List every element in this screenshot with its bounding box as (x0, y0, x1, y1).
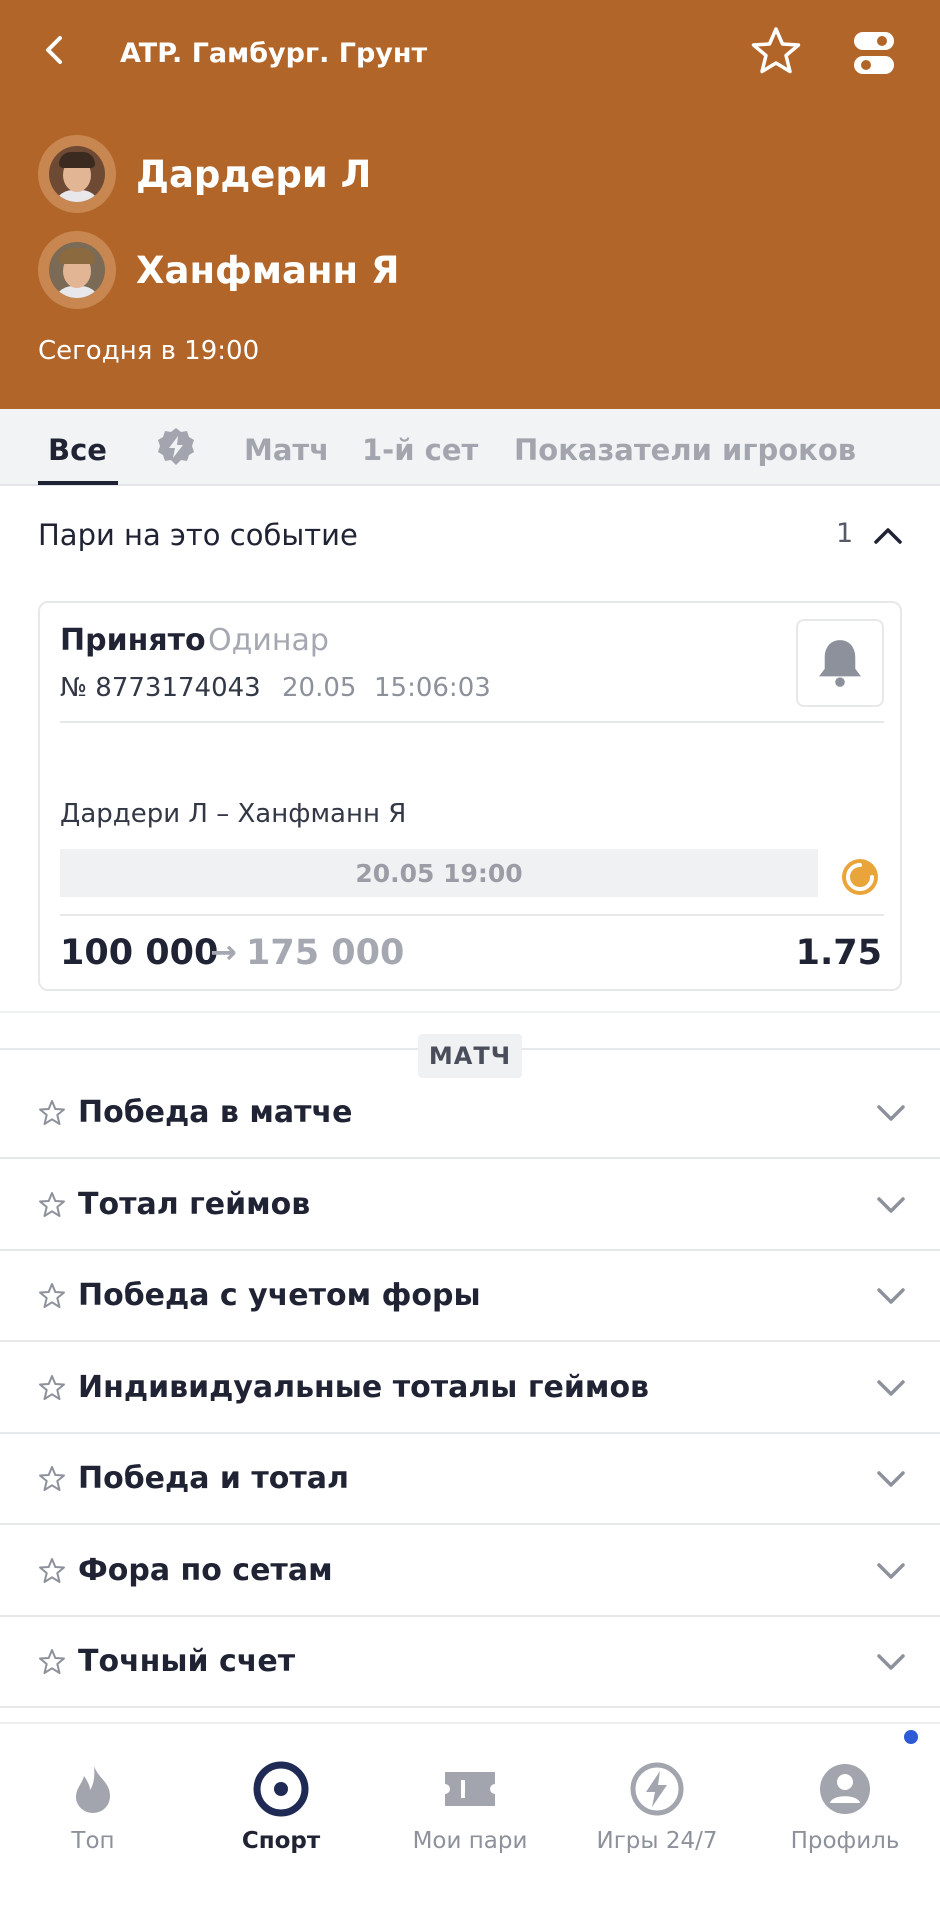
card-divider (60, 721, 884, 723)
lightning-icon (630, 1762, 684, 1816)
market-label: Индивидуальные тоталы геймов (78, 1370, 650, 1405)
market-label: Тотал геймов (78, 1187, 311, 1222)
bet-status: Принято (60, 623, 206, 658)
bet-stake: 100 000 (60, 933, 219, 973)
nav-top[interactable]: Топ (18, 1760, 168, 1854)
star-outline-icon[interactable] (38, 1191, 66, 1219)
bet-payout: 175 000 (246, 933, 405, 973)
player-1-name: Дардери Л (136, 152, 372, 196)
flame-icon (76, 1766, 110, 1813)
bet-scheduled-time: 20.05 19:00 (355, 859, 523, 888)
user-icon (820, 1764, 870, 1814)
chevron-down-icon[interactable] (874, 1101, 908, 1125)
market-label: Фора по сетам (78, 1553, 333, 1588)
boost-badge-icon[interactable] (156, 427, 196, 467)
bell-icon (819, 640, 861, 687)
chevron-down-icon[interactable] (874, 1650, 908, 1674)
bet-date: 20.05 (282, 673, 357, 703)
market-label: Победа и тотал (78, 1461, 349, 1496)
player-2-name: Ханфманн Я (136, 248, 400, 292)
market-label: Победа в матче (78, 1095, 353, 1130)
event-header: ATP. Гамбург. Грунт Дардери Л Ханфманн Я… (0, 0, 940, 409)
nav-profile-label: Профиль (790, 1828, 900, 1854)
player-2-avatar (38, 231, 116, 309)
bet-schedule-bar: 20.05 19:00 (60, 849, 818, 897)
notify-button[interactable] (796, 619, 884, 707)
bottom-navigation: Топ Спорт Мои пари Игры 24/7 Профиль (0, 1722, 940, 1920)
star-outline-icon[interactable] (38, 1648, 66, 1676)
tab-all[interactable]: Все (48, 433, 107, 467)
star-outline-icon[interactable] (38, 1374, 66, 1402)
star-outline-icon[interactable] (38, 1099, 66, 1127)
event-title: ATP. Гамбург. Грунт (120, 38, 428, 69)
chevron-down-icon[interactable] (874, 1284, 908, 1308)
ticket-icon (445, 1772, 495, 1806)
nav-my-bets-label: Мои пари (412, 1828, 528, 1854)
market-label: Точный счет (78, 1644, 296, 1679)
market-tabs: Все Матч 1-й сет Показатели игроков (0, 409, 940, 486)
market-row[interactable]: Победа с учетом форы (0, 1250, 940, 1342)
player-row-2[interactable]: Ханфманн Я (38, 230, 399, 310)
player-1-avatar (38, 135, 116, 213)
star-outline-icon[interactable] (38, 1557, 66, 1585)
card-divider (60, 914, 884, 916)
market-label: Победа с учетом форы (78, 1278, 481, 1313)
settings-toggle-icon[interactable] (852, 28, 896, 78)
bet-type: Одинар (208, 623, 329, 658)
chevron-up-icon[interactable] (872, 520, 904, 550)
bet-time: 15:06:03 (374, 673, 491, 703)
back-arrow-icon[interactable] (38, 30, 72, 70)
bet-odds: 1.75 (795, 933, 882, 973)
nav-games[interactable]: Игры 24/7 (582, 1760, 732, 1854)
star-outline-icon[interactable] (38, 1465, 66, 1493)
tab-player-stats[interactable]: Показатели игроков (514, 433, 856, 467)
event-start-time: Сегодня в 19:00 (38, 336, 260, 366)
market-row[interactable]: Победа в матче (0, 1067, 940, 1159)
nav-sport-label: Спорт (241, 1828, 321, 1854)
bet-card[interactable]: Принято Одинар № 8773174043 20.05 15:06:… (38, 601, 902, 991)
star-outline-icon[interactable] (38, 1282, 66, 1310)
chevron-down-icon[interactable] (874, 1193, 908, 1217)
section-divider (0, 1011, 940, 1013)
market-row[interactable]: Индивидуальные тоталы геймов (0, 1342, 940, 1434)
bets-section-title: Пари на это событие (38, 518, 358, 552)
market-row[interactable]: Тотал геймов (0, 1159, 940, 1251)
bet-number: № 8773174043 (60, 673, 261, 703)
notification-dot (904, 1730, 918, 1744)
target-icon (253, 1761, 309, 1817)
player-row-1[interactable]: Дардери Л (38, 134, 371, 214)
market-row[interactable]: Победа и тотал (0, 1433, 940, 1525)
nav-my-bets[interactable]: Мои пари (395, 1760, 545, 1854)
market-row[interactable]: Точный счет (0, 1616, 940, 1708)
market-row[interactable]: Фора по сетам (0, 1525, 940, 1617)
nav-games-label: Игры 24/7 (596, 1828, 718, 1854)
nav-sport[interactable]: Спорт (206, 1760, 356, 1854)
chevron-down-icon[interactable] (874, 1376, 908, 1400)
arrow-right-icon: → (210, 933, 237, 971)
favorite-star-icon[interactable] (748, 24, 804, 80)
chevron-down-icon[interactable] (874, 1467, 908, 1491)
tennis-ball-icon (842, 859, 878, 895)
tab-first-set[interactable]: 1-й сет (362, 433, 478, 467)
tab-match[interactable]: Матч (244, 433, 329, 467)
nav-profile[interactable]: Профиль (770, 1760, 920, 1854)
nav-top-label: Топ (71, 1828, 115, 1854)
bet-matchup: Дардери Л – Ханфманн Я (60, 799, 407, 829)
active-tab-indicator (38, 481, 118, 485)
chevron-down-icon[interactable] (874, 1559, 908, 1583)
bets-count: 1 (836, 518, 854, 549)
